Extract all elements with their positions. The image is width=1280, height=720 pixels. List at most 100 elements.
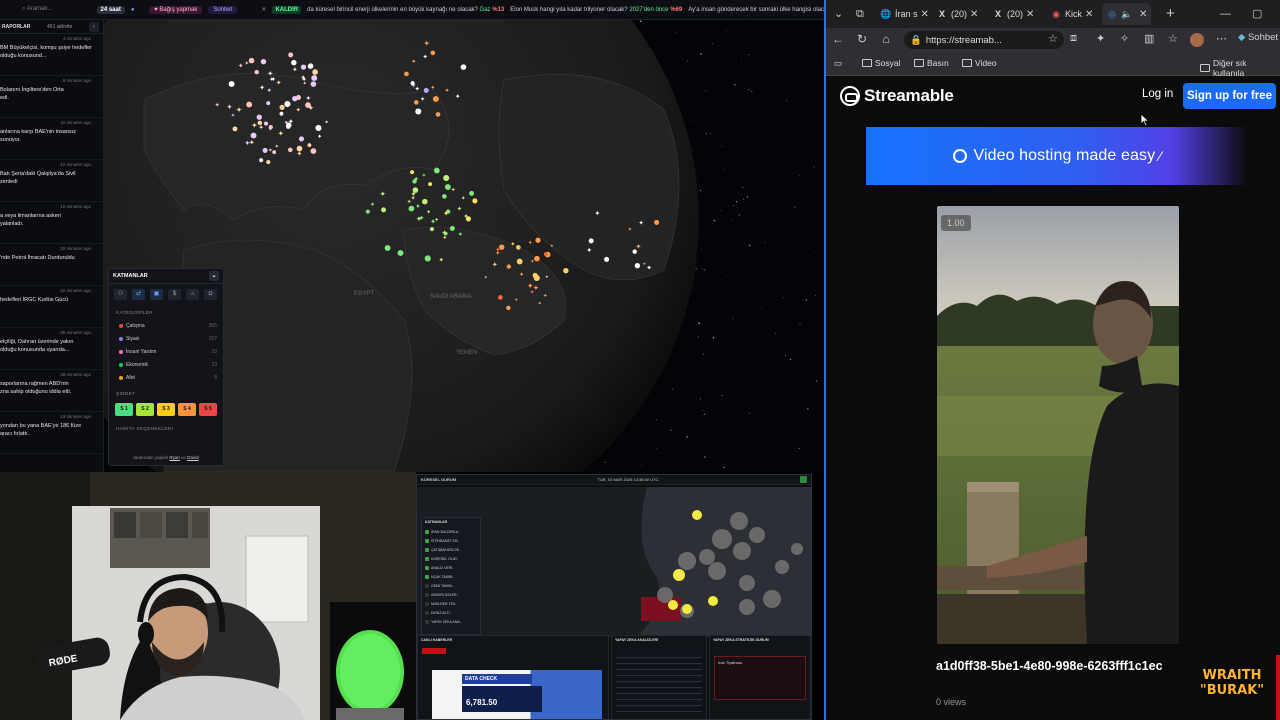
event-marker[interactable]: ● [279,111,284,117]
event-marker[interactable]: ✦ [443,209,450,218]
event-marker[interactable]: ✦ [455,93,461,101]
category-row[interactable]: Ekonomik 13 [109,358,223,371]
event-marker[interactable]: ● [381,205,387,213]
event-marker[interactable]: ● [534,253,540,262]
mini-layer-item[interactable]: KÜRESEL OLAY.. [422,554,480,563]
timeframe-chip[interactable]: 24 saat [96,5,125,14]
severity-button[interactable]: S 3 [157,403,175,416]
speaker-icon[interactable]: 🔈 [1121,8,1133,20]
minimize-icon[interactable]: — [1220,0,1231,28]
tab-iran[interactable]: 🌐 İran s ✕ [876,3,933,25]
event-marker[interactable]: ✦ [586,245,592,254]
ticker-item[interactable]: da küresel birincil enerji ülkelerinin e… [307,7,504,13]
event-marker[interactable]: ● [450,224,456,232]
event-marker[interactable]: ● [498,294,503,301]
event-marker[interactable]: ● [433,94,440,103]
event-marker[interactable]: ✦ [517,245,522,251]
feed-item[interactable]: 12 minutes ago Batı Şeria'daki Qalqilya'd… [0,160,103,202]
mini-layer-item[interactable]: GEMI TAKIBI.. [422,581,480,590]
event-marker[interactable]: ● [415,107,422,116]
severity-button[interactable]: S 2 [136,403,154,416]
camera-icon[interactable]: ◘ [204,289,217,300]
mini-layer-item[interactable]: ANALİZ VERİ.. [422,563,480,572]
event-marker[interactable]: ✦ [422,172,427,179]
event-marker[interactable]: ✦ [533,284,540,293]
event-marker[interactable]: ● [654,218,660,226]
event-marker[interactable]: ● [410,81,415,87]
login-link[interactable]: Log in [1142,88,1173,100]
event-marker[interactable]: ✦ [642,261,647,267]
event-marker[interactable]: ● [246,100,253,109]
event-marker[interactable]: ✦ [628,226,633,233]
close-icon[interactable]: ✕ [921,9,929,20]
event-marker[interactable]: ● [435,111,440,118]
lock-icon[interactable]: ▣ [150,289,163,300]
video-player[interactable]: 1.00 [937,206,1179,644]
fire-icon[interactable]: ♨ [186,289,199,300]
event-marker[interactable]: ● [430,226,435,232]
feed-item[interactable]: 4 minutes ago BM Büyükelçisi, komşu şsiye… [0,34,103,76]
event-marker[interactable]: ✦ [484,275,489,281]
event-marker[interactable]: ● [634,262,640,270]
severity-button[interactable]: S 5 [199,403,217,416]
event-marker[interactable]: ✦ [550,243,555,249]
event-marker[interactable]: ● [315,123,322,132]
event-marker[interactable]: ● [604,255,610,263]
mini-layer-item[interactable]: ÇATIŞMA BÖLGE.. [422,545,480,554]
event-marker[interactable]: ✦ [410,189,416,198]
event-marker[interactable]: ● [460,62,466,71]
event-marker[interactable]: ✦ [415,203,421,211]
event-marker[interactable]: ✦ [441,229,448,238]
event-marker[interactable]: ● [404,71,409,78]
tab-x-2[interactable]: X (20) ✕ [988,3,1038,25]
mini-layer-item[interactable]: ASKERI ÜSLER.. [422,590,480,599]
event-marker[interactable]: ● [430,50,435,57]
mini-layer-item[interactable]: UÇAK TAKIBI.. [422,572,480,581]
event-marker[interactable]: ✦ [635,242,641,251]
donate-button[interactable]: ♥ Bağış yapmak [149,5,203,14]
event-marker[interactable]: ● [262,146,268,154]
event-marker[interactable]: ● [535,236,541,244]
event-marker[interactable]: ✦ [519,272,525,279]
event-marker[interactable]: ● [288,148,293,154]
event-marker[interactable]: ✦ [269,76,275,84]
event-marker[interactable]: ● [307,61,313,70]
event-marker[interactable]: ● [516,257,523,266]
maximize-icon[interactable]: ▢ [1252,0,1262,28]
more-icon[interactable]: ⋯ [1216,32,1227,45]
event-marker[interactable]: ● [260,56,266,65]
event-marker[interactable]: ✦ [495,250,500,257]
event-marker[interactable]: ✦ [380,190,386,199]
tab-actions-icon[interactable]: ▭ [834,58,842,69]
event-marker[interactable]: ✦ [317,133,322,140]
severity-button[interactable]: S 1 [115,403,133,416]
event-marker[interactable]: ● [442,193,447,200]
event-marker[interactable]: ✦ [492,260,498,269]
search-input[interactable]: ⌕ Aramak... [22,6,75,13]
streamable-logo[interactable]: Streamable [840,86,954,106]
close-icon[interactable]: ✕ [261,6,266,13]
ticker-item[interactable]: Ay'a insan gönderecek bir sonraki ülke h… [688,7,824,13]
feed-item[interactable]: 38 minutes ago saporlarına rağmen ABD'nin… [0,370,103,412]
feed-item[interactable]: 36 minutes ago elçiliği, Dahran üzerinde … [0,328,103,370]
event-marker[interactable]: ● [472,196,478,204]
feed-item[interactable]: 20 minutes ago 'nde Petrol İhracatı Durdu… [0,244,103,286]
event-marker[interactable]: ✦ [296,149,302,158]
event-marker[interactable]: ✦ [258,124,264,132]
event-marker[interactable]: ● [408,204,415,213]
event-marker[interactable]: ● [588,236,594,244]
dollar-icon[interactable]: $ [168,289,181,300]
category-row[interactable]: Afet 8 [109,371,223,384]
event-marker[interactable]: ● [412,179,417,185]
close-icon[interactable]: ✕ [1026,9,1034,20]
event-marker[interactable]: ✦ [514,298,519,304]
copilot-button[interactable]: ◆ Sohbet [1238,32,1278,43]
event-marker[interactable]: ✦ [538,301,543,307]
lock-icon[interactable]: 🔒 [910,35,922,46]
event-marker[interactable]: ✦ [278,129,285,138]
event-marker[interactable]: ✦ [420,96,425,103]
event-marker[interactable]: ● [506,306,511,312]
event-marker[interactable]: ● [434,166,441,175]
event-marker[interactable]: ✦ [439,256,445,264]
category-row[interactable]: Çatışma 355 [109,319,223,332]
